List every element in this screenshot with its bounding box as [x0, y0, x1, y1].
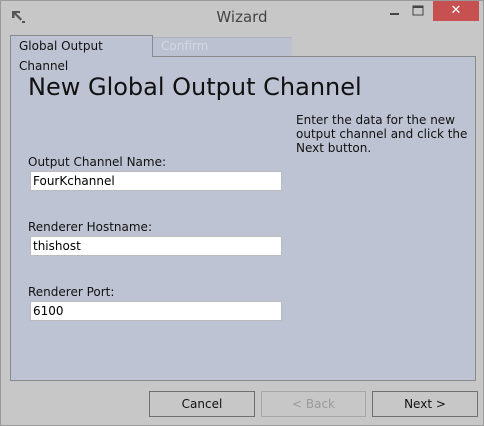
- back-button[interactable]: < Back: [261, 391, 366, 417]
- renderer-port-input[interactable]: [30, 301, 282, 321]
- renderer-port-label: Renderer Port:: [28, 285, 115, 299]
- title-bar[interactable]: Wizard ✕: [1, 1, 483, 32]
- help-text: Enter the data for the new output channe…: [296, 113, 468, 155]
- minimize-icon[interactable]: [382, 1, 406, 21]
- tab-panel: New Global Output Channel Output Channel…: [10, 56, 476, 381]
- tab-confirm[interactable]: Confirm: [153, 37, 292, 56]
- channel-name-input[interactable]: [30, 171, 282, 191]
- tab-global-output-channel[interactable]: Global Output Channel: [10, 35, 153, 73]
- page-title: New Global Output Channel: [28, 73, 362, 101]
- wizard-window: Wizard ✕ Global Output Channel Confirm N…: [0, 0, 484, 426]
- wizard-body: Global Output Channel Confirm New Global…: [8, 32, 478, 420]
- cancel-button[interactable]: Cancel: [149, 391, 255, 417]
- close-button[interactable]: ✕: [433, 1, 479, 21]
- maximize-icon[interactable]: [406, 1, 430, 21]
- renderer-hostname-input[interactable]: [30, 236, 282, 256]
- renderer-hostname-label: Renderer Hostname:: [28, 220, 152, 234]
- next-button[interactable]: Next >: [372, 391, 478, 417]
- close-icon: ✕: [450, 3, 462, 18]
- channel-name-label: Output Channel Name:: [28, 155, 167, 169]
